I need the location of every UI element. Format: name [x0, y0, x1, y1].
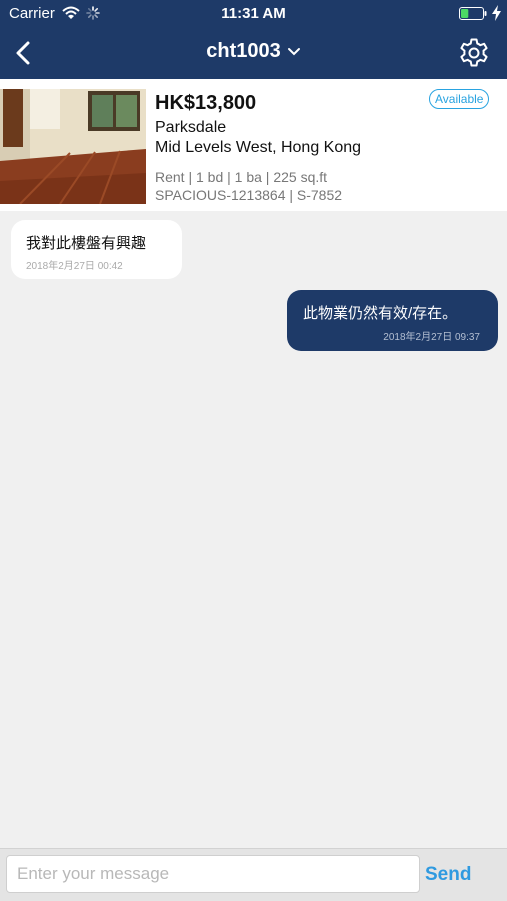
conversation-title: cht1003: [206, 40, 281, 62]
listing-meta: Rent | 1 bd | 1 ba | 225 sq.ft: [155, 169, 328, 185]
message-timestamp: 2018年2月27日 00:42: [26, 261, 123, 272]
top-bar: Carrier 11:31 AM cht1003: [0, 0, 507, 79]
status-bar: Carrier 11:31 AM: [0, 0, 507, 28]
message-text: 我對此樓盤有興趣: [26, 235, 147, 252]
charging-bolt-icon: [492, 5, 501, 21]
message-input[interactable]: [6, 855, 420, 893]
listing-name: Parksdale: [155, 119, 227, 136]
message-timestamp: 2018年2月27日 09:37: [383, 332, 480, 343]
property-listing-card[interactable]: HK$13,800 Parksdale Mid Levels West, Hon…: [0, 79, 507, 211]
property-photo: [0, 89, 146, 204]
send-button[interactable]: Send: [425, 864, 471, 886]
gear-icon[interactable]: [458, 37, 490, 69]
message-text: 此物業仍然有效/存在。: [303, 305, 458, 322]
listing-reference: SPACIOUS-1213864 | S-7852: [155, 187, 343, 203]
listing-price: HK$13,800: [155, 92, 257, 114]
conversation-title-button[interactable]: cht1003: [0, 40, 507, 63]
message-composer: Send: [0, 848, 507, 901]
status-time: 11:31 AM: [221, 5, 286, 22]
message-bubble-incoming: 我對此樓盤有興趣 2018年2月27日 00:42: [11, 220, 182, 279]
listing-area: Mid Levels West, Hong Kong: [155, 139, 362, 156]
battery-icon: [459, 7, 487, 20]
chevron-down-icon: [287, 47, 300, 56]
message-bubble-outgoing: 此物業仍然有效/存在。 2018年2月27日 09:37: [287, 290, 498, 351]
status-badge: Available: [429, 89, 490, 109]
nav-bar: cht1003: [0, 28, 507, 79]
